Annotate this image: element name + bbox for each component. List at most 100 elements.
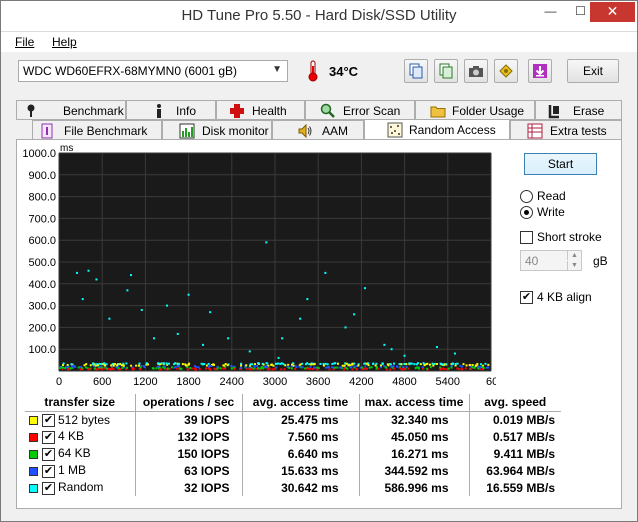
band-point — [166, 367, 169, 370]
tab-file-benchmark[interactable]: File Benchmark — [32, 120, 162, 140]
speaker-icon — [297, 123, 313, 139]
band-point — [167, 362, 170, 365]
band-point — [487, 363, 490, 366]
band-point — [415, 363, 418, 366]
y-tick-label: 700.0 — [28, 213, 56, 225]
tab-erase[interactable]: Erase — [535, 100, 622, 120]
data-point — [432, 364, 435, 367]
data-point — [299, 317, 302, 320]
start-button[interactable]: Start — [524, 153, 597, 175]
close-button[interactable]: ✕ — [590, 2, 635, 22]
band-point — [210, 365, 213, 368]
band-point — [157, 362, 160, 365]
series-checkbox[interactable]: ✔ — [42, 464, 55, 478]
short-stroke-unit: gB — [593, 254, 608, 268]
data-point — [309, 363, 312, 366]
tab-aam[interactable]: AAM — [272, 120, 364, 140]
tab-folder-usage[interactable]: Folder Usage — [415, 100, 535, 120]
avg-speed-cell: 0.517 MB/s — [492, 429, 555, 444]
band-point — [477, 365, 480, 368]
access-time-chart: 1000.0 900.0 800.0 700.0 600.0 500.0 400.0 300.… — [22, 143, 496, 387]
band-point — [207, 362, 210, 365]
band-point — [341, 364, 344, 367]
options-icon — [499, 64, 513, 78]
band-point — [257, 362, 260, 365]
avg-access-cell: 15.633 ms — [242, 462, 360, 479]
save-icon — [533, 64, 547, 78]
tab-info[interactable]: Info — [126, 100, 216, 120]
series-checkbox[interactable]: ✔ — [42, 413, 55, 427]
band-point — [135, 364, 138, 367]
data-point — [281, 337, 284, 340]
avg-speed-cell: 63.964 MB/s — [486, 463, 555, 478]
read-label: Read — [537, 189, 566, 203]
data-point — [338, 366, 341, 369]
band-point — [194, 368, 197, 371]
tab-random-access[interactable]: Random Access — [364, 119, 510, 140]
band-point — [481, 366, 484, 369]
x-tick-label: 3000 — [263, 376, 287, 387]
col-transfer-size: transfer size — [25, 394, 136, 411]
copy-info-button[interactable] — [404, 59, 428, 83]
read-radio[interactable] — [520, 190, 533, 203]
band-point — [450, 366, 453, 369]
band-point — [456, 362, 459, 365]
band-point — [326, 363, 329, 366]
tab-benchmark[interactable]: Benchmark — [16, 100, 126, 120]
tab-error-scan[interactable]: Error Scan — [305, 100, 415, 120]
tab-disk-monitor[interactable]: Disk monitor — [162, 120, 272, 140]
exit-button[interactable]: Exit — [567, 59, 619, 83]
chevron-down-icon: ▼ — [272, 64, 282, 75]
app-window: HD Tune Pro 5.50 - Hard Disk/SSD Utility… — [0, 0, 638, 522]
band-point — [429, 363, 432, 366]
thermometer-icon — [308, 60, 318, 82]
band-point — [460, 368, 463, 371]
drive-select[interactable]: WDC WD60EFRX-68MYMN0 (6001 gB) ▼ — [18, 60, 288, 82]
band-point — [301, 366, 304, 369]
band-point — [379, 366, 382, 369]
band-point — [176, 363, 179, 366]
tab-health[interactable]: Health — [216, 100, 305, 120]
band-point — [385, 366, 388, 369]
band-point — [313, 363, 316, 366]
screenshot-button[interactable] — [464, 59, 488, 83]
tab-label: Random Access — [409, 123, 496, 137]
data-point — [75, 271, 78, 274]
band-point — [316, 366, 319, 369]
data-point — [417, 367, 420, 370]
band-point — [479, 366, 482, 369]
write-radio[interactable] — [520, 206, 533, 219]
menu-help[interactable]: Help — [52, 35, 77, 49]
data-point — [390, 348, 393, 351]
band-point — [256, 365, 259, 368]
band-point — [350, 366, 353, 369]
band-point — [439, 362, 442, 365]
tab-extra-tests[interactable]: Extra tests — [510, 120, 622, 140]
band-point — [98, 366, 101, 369]
band-point — [431, 362, 434, 365]
short-stroke-checkbox[interactable] — [520, 231, 533, 244]
menu-file[interactable]: File — [15, 35, 34, 49]
save-button[interactable] — [528, 59, 552, 83]
band-point — [363, 362, 366, 365]
series-checkbox[interactable]: ✔ — [42, 430, 55, 444]
band-point — [403, 368, 406, 371]
band-point — [257, 367, 260, 370]
minimize-button[interactable]: — — [537, 2, 564, 22]
data-point — [81, 298, 84, 301]
tab-label: Disk monitor — [202, 124, 269, 138]
series-checkbox[interactable]: ✔ — [42, 447, 55, 461]
transfer-size-label: 64 KB — [58, 446, 91, 461]
band-point — [160, 362, 163, 365]
band-point — [347, 364, 350, 367]
band-point — [88, 367, 91, 370]
series-checkbox[interactable]: ✔ — [42, 481, 55, 495]
band-point — [89, 364, 92, 367]
band-point — [222, 367, 225, 370]
align-checkbox[interactable]: ✔ — [520, 291, 533, 304]
band-point — [121, 366, 124, 369]
band-point — [174, 362, 177, 365]
options-button[interactable] — [494, 59, 518, 83]
transfer-size-cell: ✔ 512 bytes — [25, 411, 136, 428]
copy-screenshot-button[interactable] — [434, 59, 458, 83]
